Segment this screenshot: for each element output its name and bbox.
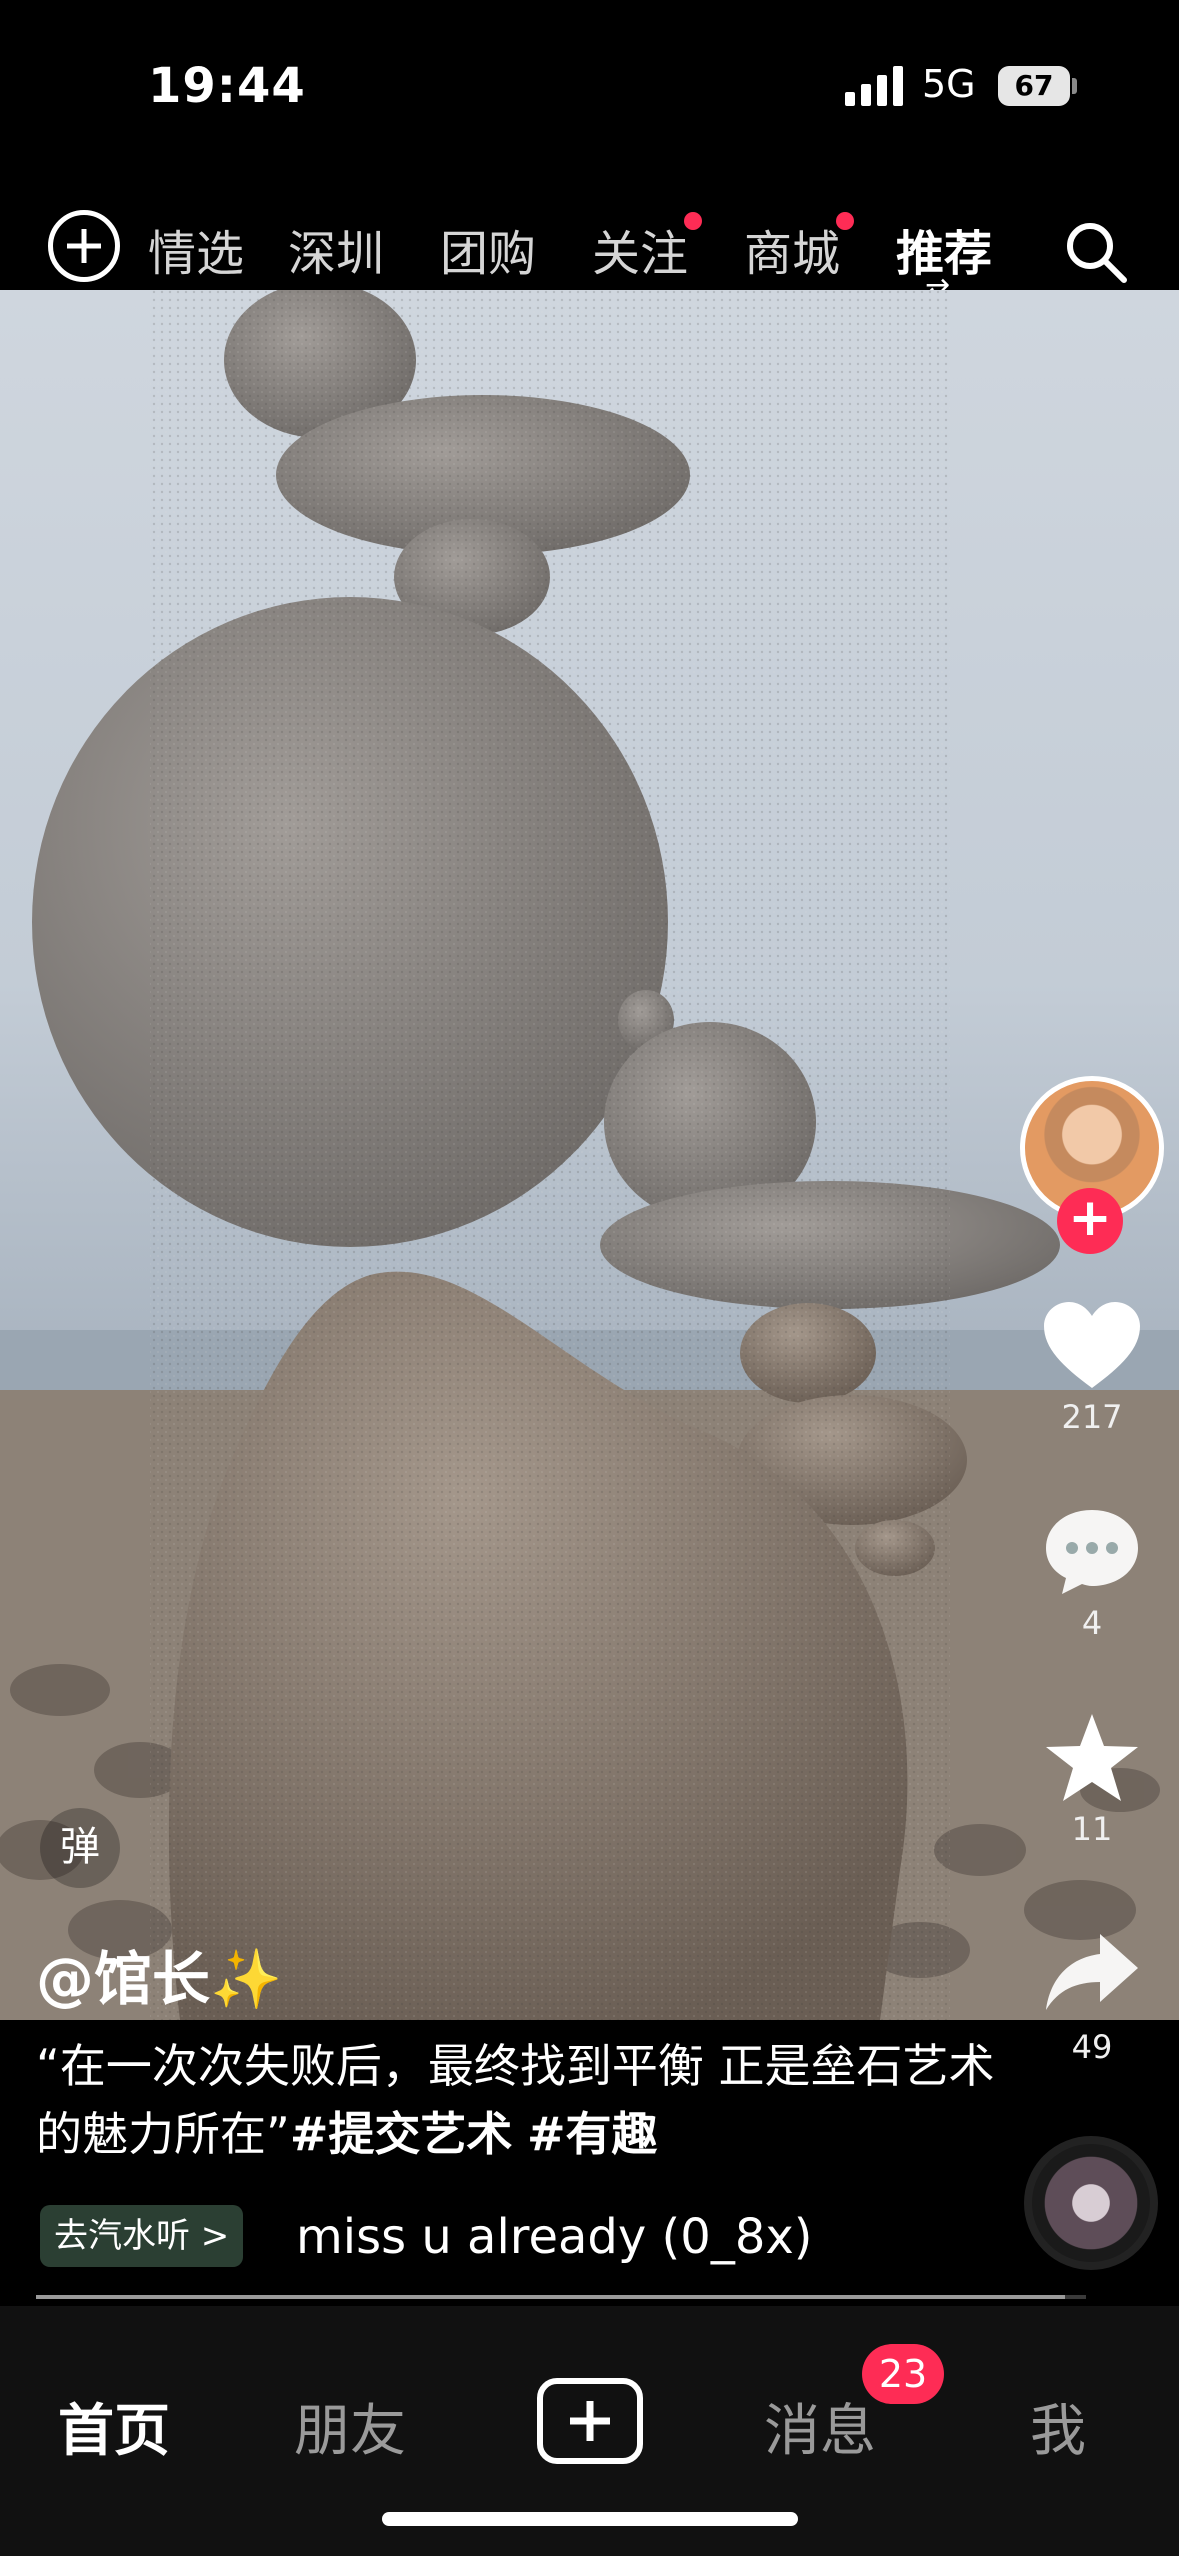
share-button[interactable]: 49 <box>1022 1930 1162 2066</box>
notification-dot <box>684 212 703 230</box>
battery-level: 67 <box>998 66 1070 106</box>
clock: 19:44 <box>148 58 306 114</box>
video-progress-bar[interactable] <box>36 2295 1086 2299</box>
home-indicator[interactable] <box>382 2512 798 2526</box>
tab-featured[interactable]: 情选 <box>148 214 244 284</box>
author-name[interactable]: @馆长✨ <box>36 1932 282 2016</box>
favorite-button[interactable]: 11 <box>1022 1712 1162 1848</box>
notification-dot <box>836 212 855 230</box>
star-icon <box>1046 1714 1138 1801</box>
battery-icon: 67 <box>998 66 1077 106</box>
nav-friends[interactable]: 朋友 <box>294 2386 406 2467</box>
nav-home[interactable]: 首页 <box>58 2386 170 2467</box>
top-nav: 情选 深圳 团购 关注 商城 推荐 ⇄ <box>0 190 1179 307</box>
nav-messages[interactable]: 消息 <box>764 2386 876 2467</box>
like-count: 217 <box>1061 1398 1123 1436</box>
favorite-count: 11 <box>1071 1810 1113 1848</box>
share-icon <box>1046 1934 1138 2010</box>
heart-icon <box>1044 1302 1140 1388</box>
network-type: 5G <box>922 62 976 106</box>
like-button[interactable]: 217 <box>1022 1300 1162 1436</box>
comment-button[interactable]: 4 <box>1022 1506 1162 1642</box>
tab-mall[interactable]: 商城 <box>744 212 855 284</box>
follow-button[interactable]: + <box>1057 1188 1123 1254</box>
tab-mall-label: 商城 <box>744 226 841 282</box>
caption-text: “在一次次失败后，最终找到平衡 正是垒石艺术的魅力所在” <box>36 2039 995 2161</box>
search-icon[interactable] <box>1062 218 1130 286</box>
danmu-toggle-button[interactable]: 弹 <box>40 1808 120 1888</box>
messages-badge: 23 <box>862 2344 944 2404</box>
music-disc-icon[interactable] <box>1024 2136 1158 2270</box>
tab-following-label: 关注 <box>592 226 689 282</box>
hashtag[interactable]: #有趣 <box>527 2107 658 2161</box>
tab-group-buy[interactable]: 团购 <box>440 214 536 284</box>
create-button[interactable] <box>537 2378 643 2464</box>
signal-icon <box>845 66 903 106</box>
tab-shenzhen[interactable]: 深圳 <box>288 214 384 284</box>
music-title[interactable]: miss u already (0_8x) <box>296 2209 813 2265</box>
add-circle-icon[interactable] <box>48 210 120 282</box>
share-count: 49 <box>1071 2028 1113 2066</box>
status-bar: 19:44 5G 67 <box>0 0 1179 175</box>
tab-following[interactable]: 关注 <box>592 212 703 284</box>
nav-me[interactable]: 我 <box>1030 2386 1086 2467</box>
video-caption: “在一次次失败后，最终找到平衡 正是垒石艺术的魅力所在”#提交艺术 #有趣 <box>36 2032 996 2168</box>
open-in-music-app-button[interactable]: 去汽水听 > <box>40 2205 244 2267</box>
video-player[interactable] <box>0 290 1179 2020</box>
video-progress-fill <box>36 2295 1065 2299</box>
video-frame <box>0 290 1179 2020</box>
comment-count: 4 <box>1081 1604 1103 1642</box>
comment-icon <box>1046 1510 1138 1594</box>
hashtag[interactable]: #提交艺术 <box>290 2107 513 2161</box>
